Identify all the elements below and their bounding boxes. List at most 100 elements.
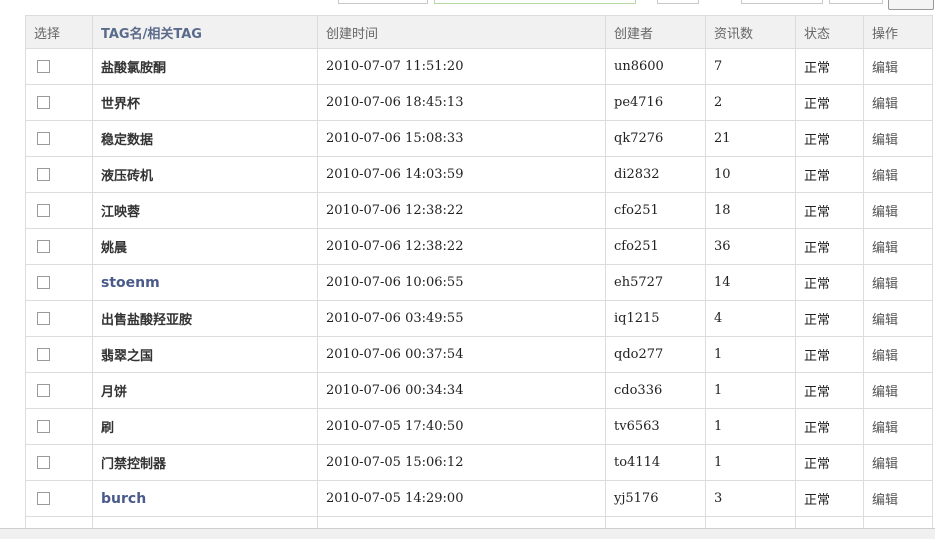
tag-name[interactable]: 月饼 xyxy=(101,385,127,400)
top-field-3[interactable] xyxy=(741,0,823,4)
status-text: 正常 xyxy=(795,372,864,409)
article-count: 1 xyxy=(705,372,796,409)
header-status[interactable]: 状态 xyxy=(795,15,864,49)
tag-name[interactable]: 世界杯 xyxy=(101,97,140,112)
tag-name[interactable]: 江映蓉 xyxy=(101,205,140,220)
created-time: 2010-07-06 00:34:34 xyxy=(317,372,606,409)
edit-link[interactable]: 编辑 xyxy=(863,48,933,85)
row-checkbox[interactable] xyxy=(37,492,50,505)
article-count: 7 xyxy=(705,48,796,85)
status-text: 正常 xyxy=(795,300,864,337)
top-filter-bar xyxy=(0,0,935,16)
article-count: 36 xyxy=(705,228,796,265)
row-checkbox[interactable] xyxy=(37,348,50,361)
tag-name[interactable]: 稳定数据 xyxy=(101,133,153,148)
tag-name[interactable]: 出售盐酸羟亚胺 xyxy=(101,313,192,328)
header-count[interactable]: 资讯数 xyxy=(705,15,796,49)
article-count: 18 xyxy=(705,192,796,229)
tag-name[interactable]: 盐酸氯胺酮 xyxy=(101,61,166,76)
tag-name-cell: 稳定数据 xyxy=(92,120,318,157)
status-text: 正常 xyxy=(795,228,864,265)
created-time: 2010-07-06 12:38:22 xyxy=(317,192,606,229)
row-checkbox[interactable] xyxy=(37,456,50,469)
browser-status-bar xyxy=(0,528,935,539)
row-select-cell xyxy=(25,48,93,85)
article-count: 10 xyxy=(705,156,796,193)
status-text: 正常 xyxy=(795,192,864,229)
row-select-cell xyxy=(25,336,93,373)
edit-link[interactable]: 编辑 xyxy=(863,300,933,337)
tag-name[interactable]: 姚晨 xyxy=(101,241,127,256)
tag-name[interactable]: stoenm xyxy=(101,275,160,291)
edit-link[interactable]: 编辑 xyxy=(863,336,933,373)
top-field-2[interactable] xyxy=(657,0,699,4)
edit-link[interactable]: 编辑 xyxy=(863,156,933,193)
created-time: 2010-07-06 18:45:13 xyxy=(317,84,606,121)
row-checkbox[interactable] xyxy=(37,168,50,181)
creator: tv6563 xyxy=(605,408,706,445)
row-checkbox[interactable] xyxy=(37,204,50,217)
header-created[interactable]: 创建时间 xyxy=(317,15,606,49)
row-checkbox[interactable] xyxy=(37,60,50,73)
creator: cdo336 xyxy=(605,372,706,409)
header-tag[interactable]: TAG名/相关TAG xyxy=(92,15,318,49)
row-checkbox[interactable] xyxy=(37,384,50,397)
edit-link[interactable]: 编辑 xyxy=(863,444,933,481)
status-text: 正常 xyxy=(795,444,864,481)
row-checkbox[interactable] xyxy=(37,96,50,109)
tag-name-cell: 翡翠之国 xyxy=(92,336,318,373)
row-checkbox[interactable] xyxy=(37,240,50,253)
row-select-cell xyxy=(25,408,93,445)
search-input[interactable] xyxy=(434,0,636,4)
top-field-4[interactable] xyxy=(829,0,883,4)
edit-link[interactable]: 编辑 xyxy=(863,480,933,517)
tag-name-cell: 刷 xyxy=(92,408,318,445)
edit-link[interactable]: 编辑 xyxy=(863,264,933,301)
table-row: stoenm 2010-07-06 10:06:55 eh5727 14 正常 编辑 xyxy=(25,264,933,301)
top-field-1[interactable] xyxy=(338,0,428,4)
created-time: 2010-07-05 15:06:12 xyxy=(317,444,606,481)
status-text: 正常 xyxy=(795,84,864,121)
row-select-cell xyxy=(25,300,93,337)
created-time: 2010-07-06 15:08:33 xyxy=(317,120,606,157)
header-action: 操作 xyxy=(863,15,933,49)
creator: cfo251 xyxy=(605,192,706,229)
article-count: 1 xyxy=(705,336,796,373)
created-time: 2010-07-06 14:03:59 xyxy=(317,156,606,193)
edit-link[interactable]: 编辑 xyxy=(863,120,933,157)
edit-link[interactable]: 编辑 xyxy=(863,372,933,409)
table-row: 门禁控制器 2010-07-05 15:06:12 to4114 1 正常 编辑 xyxy=(25,444,933,481)
table-row: 姚晨 2010-07-06 12:38:22 cfo251 36 正常 编辑 xyxy=(25,228,933,265)
row-checkbox[interactable] xyxy=(37,312,50,325)
tag-name[interactable]: burch xyxy=(101,491,146,507)
tag-name[interactable]: 门禁控制器 xyxy=(101,457,166,472)
article-count: 1 xyxy=(705,408,796,445)
search-button[interactable] xyxy=(888,0,934,10)
created-time: 2010-07-06 00:37:54 xyxy=(317,336,606,373)
edit-link[interactable]: 编辑 xyxy=(863,84,933,121)
row-select-cell xyxy=(25,228,93,265)
tag-name-cell: 门禁控制器 xyxy=(92,444,318,481)
tag-name[interactable]: 液压砖机 xyxy=(101,169,153,184)
edit-link[interactable]: 编辑 xyxy=(863,192,933,229)
row-select-cell xyxy=(25,192,93,229)
table-row: 液压砖机 2010-07-06 14:03:59 di2832 10 正常 编辑 xyxy=(25,156,933,193)
creator: un8600 xyxy=(605,48,706,85)
table-row: 翡翠之国 2010-07-06 00:37:54 qdo277 1 正常 编辑 xyxy=(25,336,933,373)
row-checkbox[interactable] xyxy=(37,420,50,433)
article-count: 1 xyxy=(705,444,796,481)
header-creator[interactable]: 创建者 xyxy=(605,15,706,49)
tag-name-cell: 江映蓉 xyxy=(92,192,318,229)
edit-link[interactable]: 编辑 xyxy=(863,408,933,445)
creator: qk7276 xyxy=(605,120,706,157)
creator: cfo251 xyxy=(605,228,706,265)
row-checkbox[interactable] xyxy=(37,276,50,289)
table-row: 月饼 2010-07-06 00:34:34 cdo336 1 正常 编辑 xyxy=(25,372,933,409)
created-time: 2010-07-05 17:40:50 xyxy=(317,408,606,445)
creator: eh5727 xyxy=(605,264,706,301)
article-count: 21 xyxy=(705,120,796,157)
edit-link[interactable]: 编辑 xyxy=(863,228,933,265)
tag-name[interactable]: 刷 xyxy=(101,421,114,436)
row-checkbox[interactable] xyxy=(37,132,50,145)
tag-name[interactable]: 翡翠之国 xyxy=(101,349,153,364)
